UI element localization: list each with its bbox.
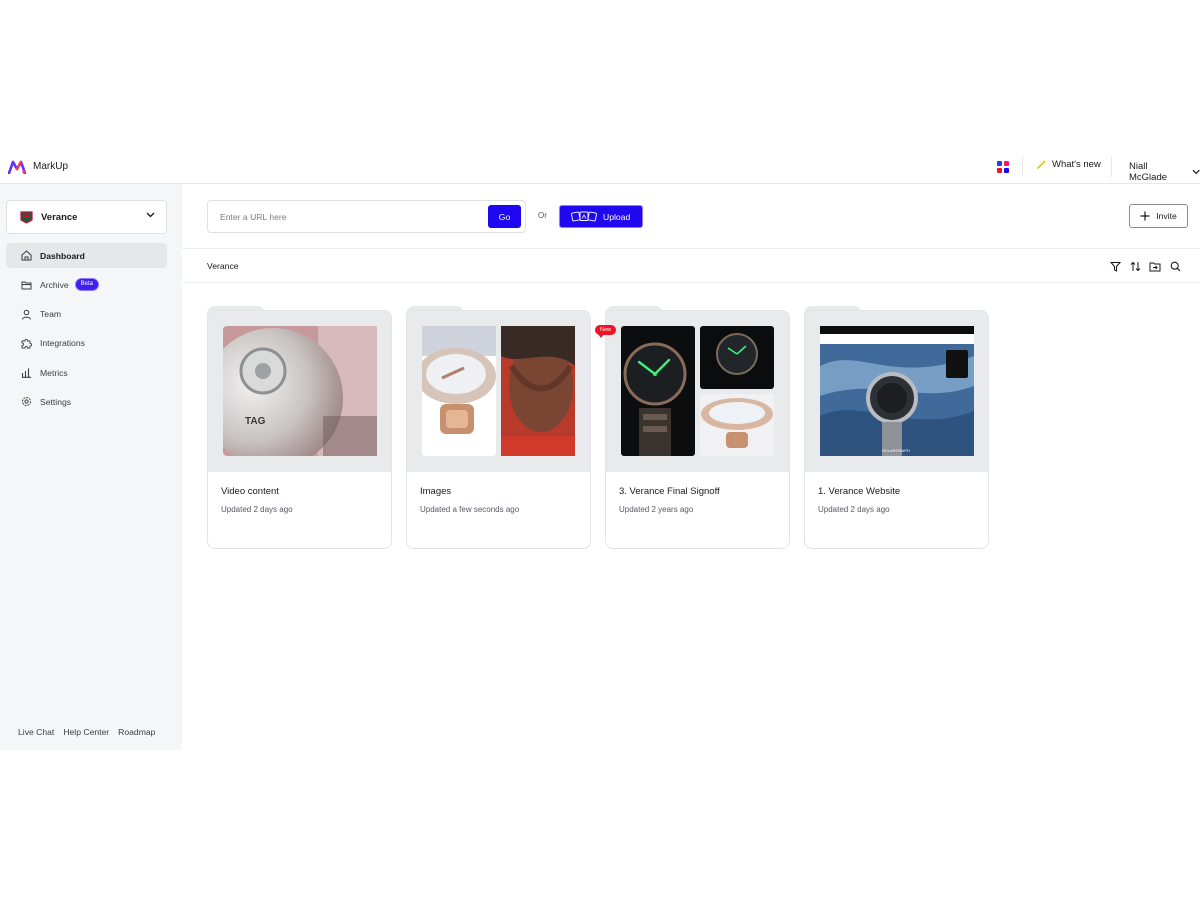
upload-button[interactable]: Upload [559, 205, 643, 228]
chevron-down-icon [146, 212, 155, 218]
dark-watch-thumbnail [700, 326, 774, 389]
new-badge: New [595, 325, 617, 338]
folder-card-images[interactable]: Images Updated a few seconds ago [406, 306, 591, 549]
folder-move-icon[interactable] [1149, 260, 1161, 272]
workspace-selector[interactable]: Verance [6, 200, 167, 234]
folder-updated: Updated a few seconds ago [420, 505, 520, 514]
sidebar-item-label: Metrics [40, 367, 68, 378]
workspace-logo [20, 211, 33, 224]
lume-watch-thumbnail [621, 326, 695, 456]
topbar-divider [1111, 157, 1112, 177]
chevron-down-icon [1192, 169, 1200, 175]
folder-body: SOLARGRAPH 1. Verance Website Updated 2 … [804, 310, 989, 549]
sidebar-item-label: Dashboard [40, 250, 85, 261]
search-icon[interactable] [1169, 260, 1181, 272]
folder-preview: TAG [208, 311, 391, 472]
brand-name: MarkUp [33, 161, 69, 172]
folder-card-final-signoff[interactable]: New 3. Verance Final Signoff Updated 2 y… [595, 306, 790, 549]
apps-grid-icon[interactable] [997, 161, 1009, 173]
url-input[interactable] [209, 202, 479, 231]
help-center-link[interactable]: Help Center [63, 727, 109, 737]
sort-icon[interactable] [1129, 260, 1141, 272]
sidebar-nav: Dashboard Archive Beta Team Integrations… [6, 243, 167, 419]
sidebar-item-dashboard[interactable]: Dashboard [6, 243, 167, 268]
rose-gold-watch-thumbnail [700, 394, 774, 456]
puzzle-icon [21, 338, 32, 349]
sidebar-item-integrations[interactable]: Integrations [6, 331, 167, 356]
magic-wand-icon [1037, 159, 1047, 169]
url-bar: Go [207, 200, 526, 233]
watch-back-thumbnail: TAG [223, 326, 377, 456]
sidebar-item-metrics[interactable]: Metrics [6, 360, 167, 385]
workspace-name: Verance [41, 212, 78, 223]
folder-preview: SOLARGRAPH [805, 311, 988, 472]
home-icon [21, 250, 32, 261]
sidebar-item-team[interactable]: Team [6, 302, 167, 327]
sidebar-item-settings[interactable]: Settings [6, 389, 167, 414]
markup-logo[interactable] [8, 160, 26, 174]
website-screenshot-thumbnail: SOLARGRAPH [820, 326, 974, 456]
folder-title: 3. Verance Final Signoff [619, 486, 720, 497]
folder-card-video-content[interactable]: TAG Video content Updated 2 days ago [207, 306, 392, 549]
watch-profile-thumbnail [422, 326, 496, 456]
folder-preview [407, 311, 590, 472]
svg-text:TAG: TAG [245, 416, 266, 427]
user-name: Niall McGlade [1129, 161, 1168, 183]
sidebar-item-label: Integrations [40, 338, 85, 349]
bar-chart-icon [21, 367, 32, 379]
top-bar: MarkUp What's new Niall McGlade [0, 151, 1200, 184]
folder-body: TAG Video content Updated 2 days ago [207, 310, 392, 549]
folder-updated: Updated 2 days ago [818, 505, 890, 514]
folder-title: 1. Verance Website [818, 486, 901, 497]
go-button[interactable]: Go [488, 205, 521, 228]
whats-new-label: What's new [1052, 159, 1101, 170]
invite-label: Invite [1156, 211, 1177, 221]
upload-files-icon [571, 211, 597, 222]
whats-new-button[interactable]: What's new [1036, 159, 1101, 170]
user-icon [21, 309, 32, 320]
upload-label: Upload [603, 211, 631, 222]
folder-icon [21, 279, 32, 290]
user-menu[interactable]: Niall McGlade [1129, 161, 1200, 183]
invite-button[interactable]: Invite [1129, 204, 1188, 228]
svg-text:SOLARGRAPH: SOLARGRAPH [882, 448, 910, 453]
folder-title: Images [420, 486, 452, 497]
folder-body: 3. Verance Final Signoff Updated 2 years… [605, 310, 790, 549]
or-label: Or [538, 211, 547, 220]
plus-icon [1140, 211, 1150, 221]
sidebar-item-label: Settings [40, 396, 72, 407]
gear-icon [21, 396, 32, 407]
topbar-divider [1022, 157, 1023, 177]
breadcrumb[interactable]: Verance [207, 261, 239, 271]
sidebar: Verance Dashboard Archive Beta Team Inte… [0, 184, 182, 750]
folder-title: Video content [221, 486, 279, 497]
filter-icon[interactable] [1109, 260, 1121, 272]
folder-card-website[interactable]: SOLARGRAPH 1. Verance Website Updated 2 … [804, 306, 989, 549]
view-tools [1109, 260, 1181, 272]
main-content: Go Or Upload Invite Verance [182, 184, 1200, 750]
sidebar-item-label: Team [40, 309, 62, 320]
model-portrait-thumbnail [501, 326, 575, 456]
folder-updated: Updated 2 years ago [619, 505, 694, 514]
sidebar-item-label: Archive [40, 279, 69, 290]
beta-badge: Beta [74, 278, 99, 292]
live-chat-link[interactable]: Live Chat [18, 727, 54, 737]
folder-toolbar: Verance [182, 248, 1200, 283]
roadmap-link[interactable]: Roadmap [118, 727, 155, 737]
folder-preview [606, 311, 789, 472]
sidebar-footer: Live Chat Help Center Roadmap [18, 727, 155, 737]
folder-updated: Updated 2 days ago [221, 505, 293, 514]
app-window: MarkUp What's new Niall McGlade Verance … [0, 151, 1200, 750]
sidebar-item-archive[interactable]: Archive Beta [6, 272, 167, 297]
folder-body: Images Updated a few seconds ago [406, 310, 591, 549]
